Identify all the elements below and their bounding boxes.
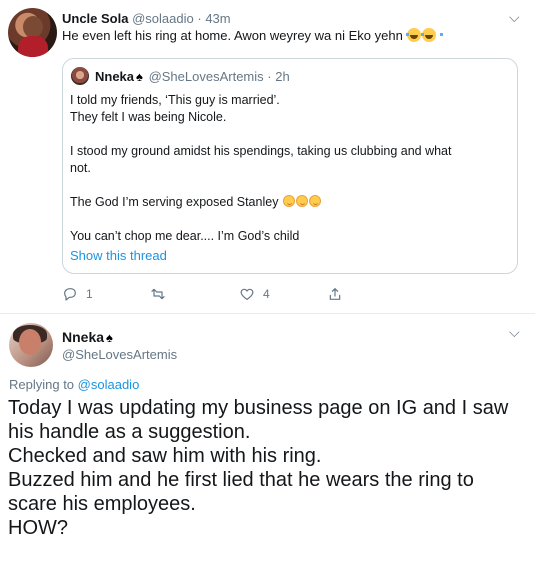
avatar[interactable] [9, 323, 53, 367]
tweet-line: HOW? [8, 517, 68, 539]
laughing-tears-emoji [421, 28, 444, 42]
quoted-line: They felt I was being Nicole. [70, 110, 227, 124]
tweet-text: Today I was updating my business page on… [8, 396, 528, 540]
laughing-tears-emoji [406, 28, 429, 42]
share-icon [329, 288, 341, 300]
smiling-blush-emoji [282, 195, 295, 207]
chevron-down-icon[interactable]: ⌵ [509, 9, 520, 26]
quoted-line: not. [70, 161, 91, 175]
tweet-line: scare his employees. [8, 493, 196, 515]
quoted-tweet[interactable]: Nneka ♠ @SheLovesArtemis · 2h I told my f… [62, 58, 518, 274]
reply-count: 1 [86, 287, 93, 301]
tweet-text: He even left his ring at home. Awon weyr… [62, 28, 444, 43]
smiling-blush-emoji [308, 195, 321, 207]
show-thread-link[interactable]: Show this thread [70, 248, 167, 263]
separator-dot: · [197, 11, 202, 26]
share-button[interactable] [327, 286, 343, 302]
reply-button[interactable]: 1 [62, 286, 93, 302]
author-name[interactable]: Uncle Sola [62, 11, 128, 26]
spade-icon: ♠ [136, 69, 143, 84]
quoted-author-name: Nneka [95, 69, 135, 84]
quoted-line: You can’t chop me dear.... I’m God’s chi… [70, 229, 300, 243]
retweet-button[interactable] [150, 286, 174, 302]
tweet-text-content: He even left his ring at home. Awon weyr… [62, 28, 403, 43]
like-button[interactable]: 4 [239, 286, 270, 302]
tweet-nneka[interactable]: Nneka ♠ @SheLovesArtemis ⌵ Replying to @s… [0, 315, 535, 562]
author-handle[interactable]: @SheLovesArtemis [62, 347, 177, 362]
avatar[interactable] [8, 8, 57, 57]
reply-icon [64, 288, 76, 301]
replying-to: Replying to @solaadio [9, 377, 139, 392]
quoted-avatar [71, 67, 89, 85]
tweet-line: Buzzed him and he first lied that he wea… [8, 469, 474, 491]
quoted-line: I told my friends, ‘This guy is married’… [70, 93, 280, 107]
tweet-uncle-sola[interactable]: Uncle Sola @solaadio · 43m ⌵ He even lef… [0, 0, 535, 314]
author-name-row[interactable]: Nneka ♠ [62, 329, 115, 345]
retweet-icon [151, 288, 165, 300]
smiling-blush-emoji [295, 195, 308, 207]
quoted-time: 2h [275, 69, 290, 84]
tweet-line: Today I was updating my business page on… [8, 397, 509, 419]
tweet-actions: 1 4 [62, 286, 482, 304]
quoted-line-emoji: The God I’m serving exposed Stanley [70, 194, 510, 211]
quoted-line: The God I’m serving exposed Stanley [70, 195, 279, 209]
like-icon [240, 288, 254, 300]
quoted-header: Nneka ♠ @SheLovesArtemis · 2h [95, 69, 290, 84]
author-name[interactable]: Nneka [62, 329, 104, 345]
quoted-handle: @SheLovesArtemis [148, 69, 264, 84]
replying-mention-link[interactable]: @solaadio [78, 377, 140, 392]
author-handle[interactable]: @solaadio [132, 11, 194, 26]
spade-icon: ♠ [106, 330, 113, 345]
separator-dot: · [267, 69, 272, 84]
avatar-face [19, 329, 41, 355]
chevron-down-icon[interactable]: ⌵ [509, 324, 520, 341]
tweet-time[interactable]: 43m [205, 11, 230, 26]
quoted-line: I stood my ground amidst his spendings, … [70, 144, 452, 158]
tweet-line: Checked and saw him with his ring. [8, 445, 322, 467]
replying-prefix: Replying to [9, 377, 75, 392]
avatar-face [23, 16, 43, 38]
like-count: 4 [263, 287, 270, 301]
tweet-line: his handle as a suggestion. [8, 421, 251, 443]
tweet-header: Uncle Sola @solaadio · 43m [62, 11, 231, 26]
quoted-text: I told my friends, ‘This guy is married’… [70, 92, 510, 245]
avatar-shirt [18, 36, 48, 57]
